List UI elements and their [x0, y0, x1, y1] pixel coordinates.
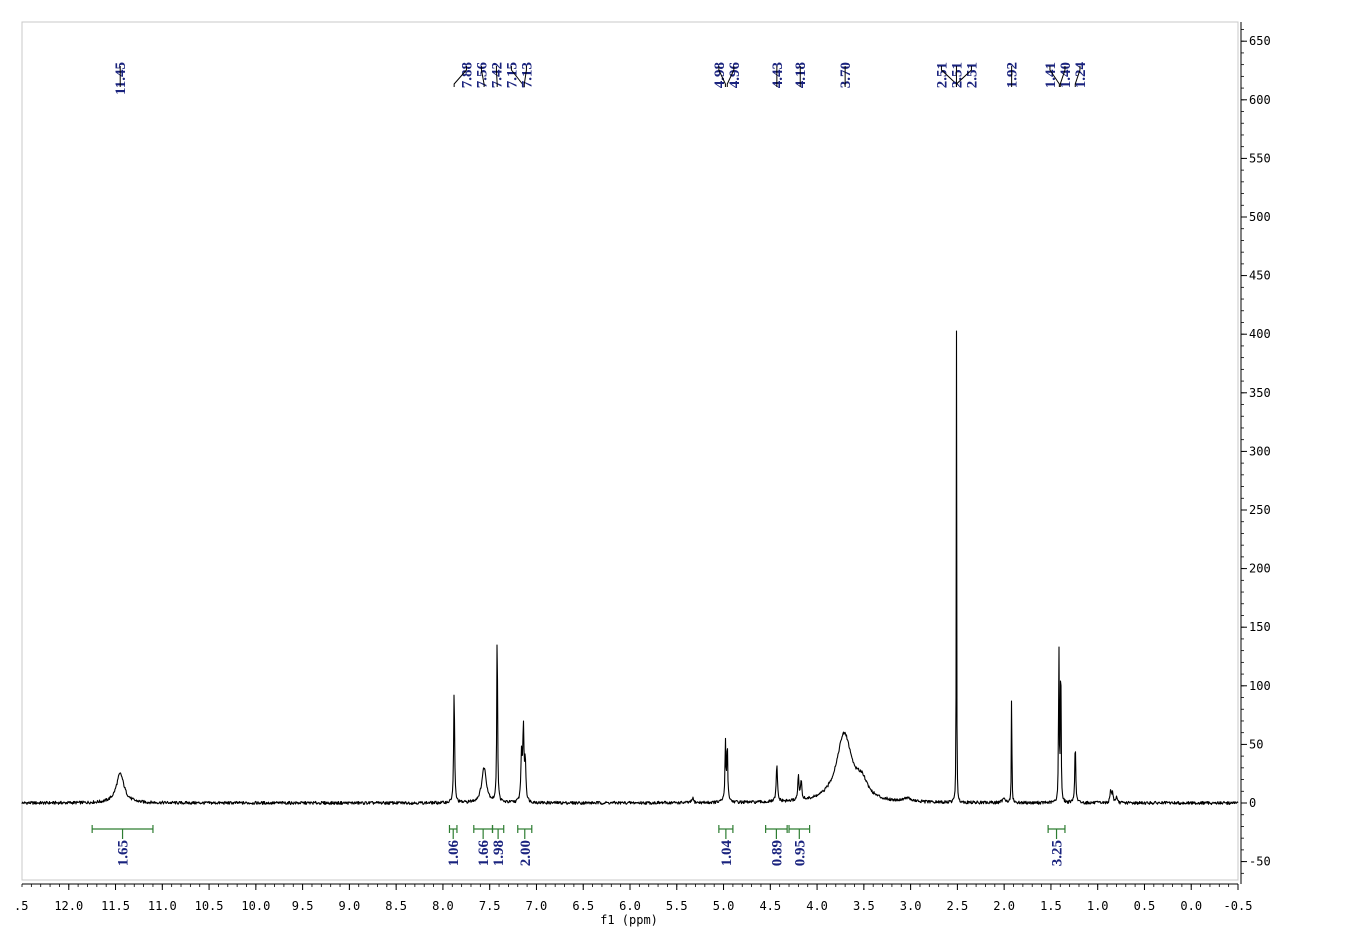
y-tick-label: 150 [1249, 620, 1271, 634]
peak-label: 11.45 [113, 62, 129, 95]
y-tick-label: 550 [1249, 151, 1271, 165]
peak-label: 4.96 [727, 62, 743, 89]
x-tick-label: 3.0 [900, 899, 922, 913]
x-tick-label: 11.5 [101, 899, 130, 913]
x-tick-label: -0.5 [1224, 899, 1253, 913]
integral-label: 2.00 [518, 840, 534, 866]
y-tick-label: 0 [1249, 796, 1256, 810]
integral-label: 0.95 [792, 840, 808, 866]
y-tick-label: 600 [1249, 93, 1271, 107]
integral-label: 1.04 [719, 840, 735, 867]
peak-label: 7.13 [519, 62, 535, 88]
x-axis: .5 12.0 11.5 11.0 10.5 10.0 9.5 9.0 8.5 8.0 7.5 7.0… [14, 883, 1253, 913]
x-tick-label: 2.5 [947, 899, 969, 913]
x-tick-label: 4.5 [759, 899, 781, 913]
peak-label: 2.51 [949, 62, 965, 88]
integral-label: 3.25 [1050, 840, 1066, 866]
integral-label: 0.89 [769, 840, 785, 866]
x-tick-label: 0.5 [1134, 899, 1156, 913]
y-tick-label: 300 [1249, 444, 1271, 458]
x-tick-label: 6.0 [619, 899, 641, 913]
peak-label: 4.43 [770, 62, 786, 88]
y-tick-label: 50 [1249, 737, 1263, 751]
x-tick-label: 8.5 [385, 899, 407, 913]
y-tick-label: -50 [1249, 855, 1271, 869]
x-tick-label: 5.0 [713, 899, 735, 913]
peak-label: 1.92 [1005, 62, 1021, 88]
x-tick-label: 8.0 [432, 899, 454, 913]
y-tick-label: 450 [1249, 269, 1271, 283]
y-tick-label: 100 [1249, 679, 1271, 693]
x-axis-title: f1 (ppm) [600, 913, 658, 927]
plot-frame [21, 21, 1239, 881]
x-tick-label: 9.5 [292, 899, 314, 913]
x-tick-label: 1.0 [1087, 899, 1109, 913]
y-tick-label: 250 [1249, 503, 1271, 517]
y-tick-label: 400 [1249, 327, 1271, 341]
x-tick-label: 4.0 [806, 899, 828, 913]
x-tick-label: 7.0 [526, 899, 548, 913]
integral-label: 1.98 [491, 840, 507, 866]
x-tick-label: 7.5 [479, 899, 501, 913]
x-tick-label: 6.5 [572, 899, 594, 913]
x-tick-label: 0.0 [1180, 899, 1202, 913]
nmr-spectrum-chart: 11.45 7.88 7.56 7.42 7.15 7.13 4.98 4.96 4.43 4.1… [14, 21, 1271, 927]
x-tick-label: .5 [14, 899, 28, 913]
y-axis: -50 0 50 100 150 200 250 300 350 400 450 500 550 600 6… [1240, 22, 1271, 884]
y-tick-label: 500 [1249, 210, 1271, 224]
x-tick-label: 5.5 [666, 899, 688, 913]
x-tick-label: 3.5 [853, 899, 875, 913]
x-tick-label: 10.5 [195, 899, 224, 913]
y-tick-label: 200 [1249, 562, 1271, 576]
spectrum [21, 330, 1239, 806]
peak-label: 2.51 [934, 62, 950, 88]
integral-label: 1.06 [446, 840, 462, 867]
x-tick-label: 9.0 [339, 899, 361, 913]
x-tick-label: 11.0 [148, 899, 177, 913]
spectrum-trace [21, 330, 1239, 806]
peak-label: 4.18 [793, 62, 809, 88]
y-tick-label: 350 [1249, 386, 1271, 400]
x-tick-label: 12.0 [54, 899, 83, 913]
integrals: 1.65 1.06 1.661.98 2.00 1.04 0.89 0.95 3.25 [91, 825, 1066, 867]
x-tick-label: 2.0 [993, 899, 1015, 913]
peak-label: 7.15 [504, 62, 520, 88]
peak-labels: 11.45 7.88 7.56 7.42 7.15 7.13 4.98 4.96 4.43 4.1… [113, 62, 1089, 95]
peak-label: 2.51 [964, 62, 980, 88]
y-tick-label: 650 [1249, 34, 1271, 48]
integral-label: 1.66 [476, 840, 492, 867]
x-tick-label: 10.0 [241, 899, 270, 913]
x-tick-label: 1.5 [1040, 899, 1062, 913]
peak-label: 3.70 [838, 62, 854, 88]
integral-label: 1.65 [116, 840, 132, 866]
peak-label: 1.41 [1043, 62, 1059, 88]
